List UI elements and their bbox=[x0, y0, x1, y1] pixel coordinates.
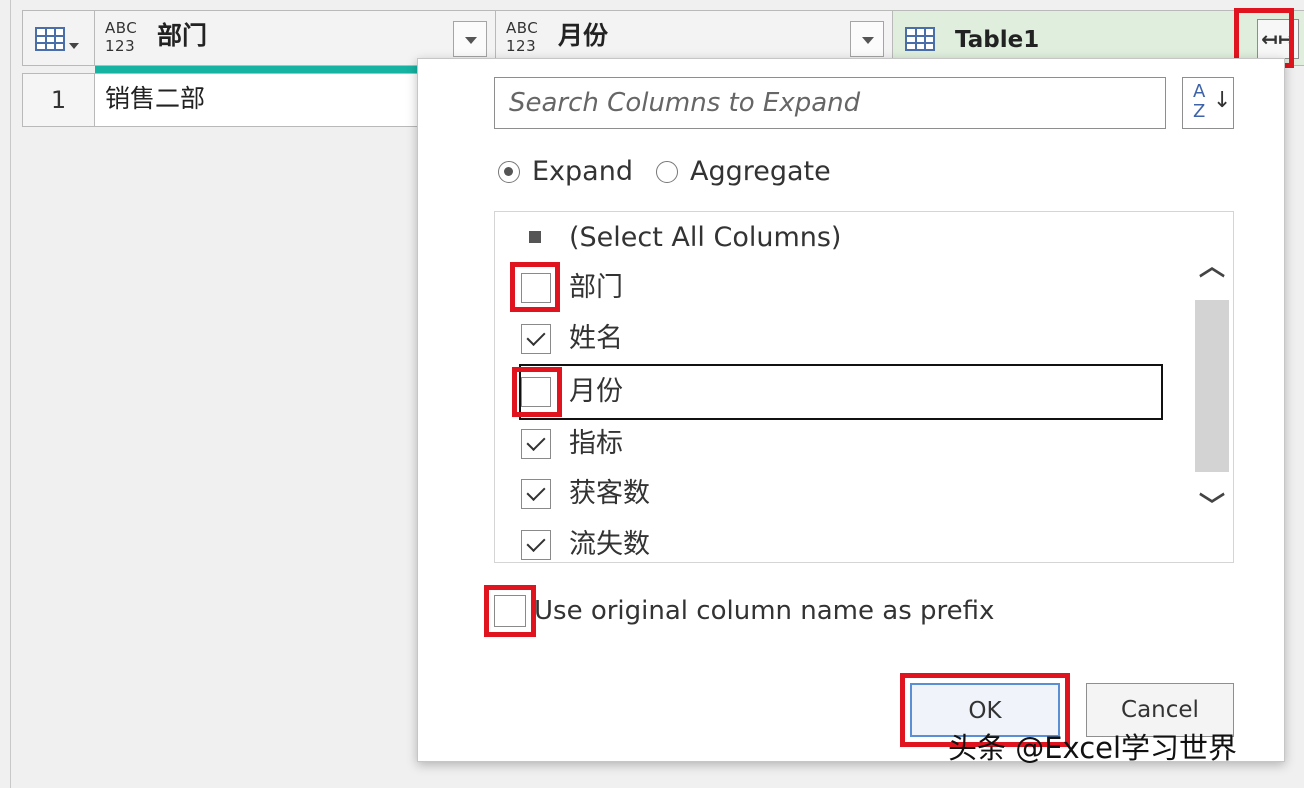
checkbox[interactable] bbox=[521, 530, 551, 560]
column-title: 部门 bbox=[157, 21, 208, 50]
list-item-label: 姓名 bbox=[569, 323, 623, 354]
row-number: 1 bbox=[22, 73, 95, 127]
list-item-label: 指标 bbox=[569, 428, 623, 459]
list-item-label: 流失数 bbox=[569, 529, 650, 560]
table-cell[interactable]: 销售二部 bbox=[94, 73, 424, 127]
list-item-label: 获客数 bbox=[569, 478, 650, 509]
chevron-down-icon bbox=[69, 43, 79, 49]
sort-az-icon: A Z bbox=[1193, 81, 1206, 122]
grid-left-border bbox=[10, 0, 11, 788]
chevron-up-icon[interactable]: ︿ bbox=[1197, 252, 1227, 282]
table-menu-corner[interactable] bbox=[22, 10, 95, 66]
radio-label: Aggregate bbox=[690, 156, 831, 187]
column-filter-button[interactable] bbox=[850, 21, 884, 57]
checkbox[interactable] bbox=[521, 479, 551, 509]
highlight-box bbox=[510, 262, 560, 312]
radio-expand[interactable]: Expand bbox=[498, 155, 633, 189]
type-any-icon: ABC 123 bbox=[506, 19, 539, 55]
sort-az-button[interactable]: A Z ↓ bbox=[1182, 77, 1234, 129]
search-columns-input[interactable]: Search Columns to Expand bbox=[494, 77, 1166, 129]
radio-button[interactable] bbox=[498, 161, 520, 183]
radio-label: Expand bbox=[532, 156, 633, 187]
list-item-label: 部门 bbox=[569, 272, 623, 303]
checkbox[interactable] bbox=[521, 429, 551, 459]
column-title: 月份 bbox=[558, 21, 609, 50]
scrollbar[interactable]: ︿ ﹀ bbox=[1191, 212, 1233, 562]
scrollbar-thumb[interactable] bbox=[1195, 300, 1229, 472]
highlight-box bbox=[484, 585, 536, 637]
list-item[interactable]: 指标 bbox=[521, 424, 623, 464]
list-item[interactable]: 流失数 bbox=[521, 525, 650, 562]
table-icon bbox=[905, 27, 935, 51]
highlight-box bbox=[512, 367, 562, 417]
prefix-option[interactable]: Use original column name as prefix bbox=[494, 591, 994, 631]
expand-columns-popup: Search Columns to Expand A Z ↓ Expand Ag… bbox=[417, 58, 1285, 762]
checkbox[interactable] bbox=[521, 324, 551, 354]
watermark-text: 头条 @Excel学习世界 bbox=[948, 731, 1238, 765]
list-item[interactable]: 获客数 bbox=[521, 474, 650, 514]
list-item-label: 月份 bbox=[569, 376, 623, 407]
column-title: Table1 bbox=[955, 27, 1040, 53]
chevron-down-icon[interactable]: ﹀ bbox=[1197, 492, 1227, 522]
arrow-down-icon: ↓ bbox=[1213, 88, 1232, 113]
table-icon bbox=[35, 27, 65, 51]
list-item-select-all[interactable]: (Select All Columns) bbox=[521, 218, 841, 258]
column-filter-button[interactable] bbox=[453, 21, 487, 57]
prefix-label: Use original column name as prefix bbox=[534, 596, 995, 626]
column-list: (Select All Columns) 部门 姓名 月份 指标 获客数 流失数 bbox=[494, 211, 1234, 563]
type-any-icon: ABC 123 bbox=[105, 19, 138, 55]
list-item[interactable]: 姓名 bbox=[521, 319, 623, 359]
checkbox[interactable] bbox=[521, 223, 551, 253]
list-item-label: (Select All Columns) bbox=[569, 222, 842, 253]
radio-aggregate[interactable]: Aggregate bbox=[656, 155, 831, 189]
radio-button[interactable] bbox=[656, 161, 678, 183]
